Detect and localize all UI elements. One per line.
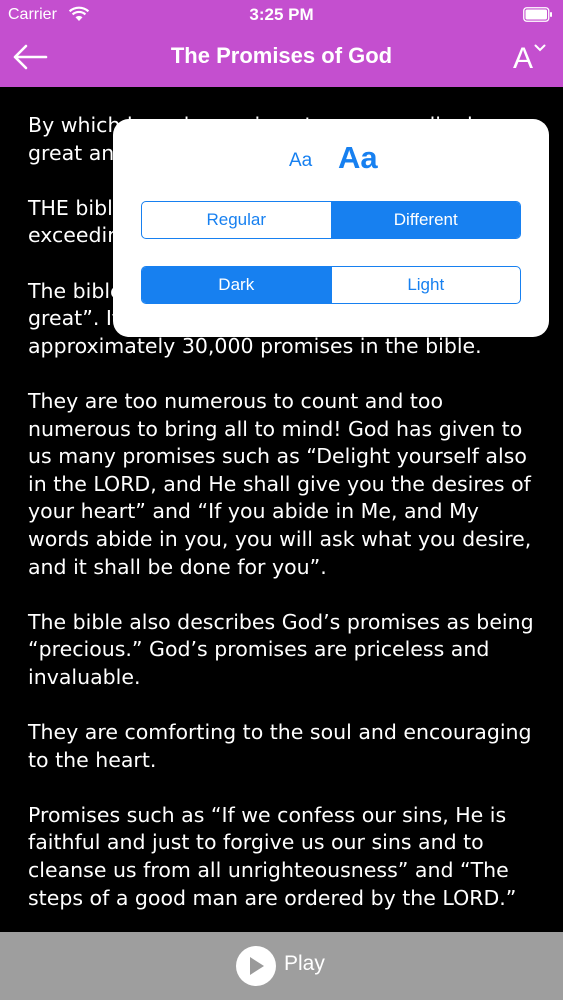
font-size-controls: Aa Aa (113, 140, 549, 184)
increase-font-size-button[interactable]: Aa (338, 140, 378, 176)
theme-segmented-control: Dark Light (141, 266, 521, 304)
font-settings-button[interactable]: A (511, 38, 551, 78)
decrease-font-size-button[interactable]: Aa (289, 150, 312, 172)
battery-icon (523, 7, 552, 22)
navigation-bar: The Promises of God A (0, 30, 563, 87)
theme-dark-option[interactable]: Dark (142, 267, 331, 303)
page-title: The Promises of God (170, 43, 393, 68)
article-paragraph: Promises such as “If we confess our sins… (28, 802, 517, 910)
text-settings-popover: Aa Aa Regular Different Dark Light (113, 119, 549, 337)
font-style-regular-option[interactable]: Regular (142, 202, 331, 238)
font-style-segmented-control: Regular Different (141, 201, 521, 239)
font-style-different-option[interactable]: Different (330, 202, 520, 238)
theme-light-option[interactable]: Light (330, 267, 521, 303)
chevron-down-icon (534, 44, 546, 52)
font-settings-label: A (513, 42, 534, 75)
play-icon (236, 946, 276, 986)
status-time: 3:25 PM (249, 5, 314, 24)
audio-player-bar: Play (0, 932, 563, 1000)
play-label: Play (284, 952, 325, 975)
article-paragraph: The bible also describes God’s promises … (28, 609, 534, 689)
article-paragraph: They are comforting to the soul and enco… (28, 720, 532, 772)
article-paragraph: They are too numerous to count and too n… (28, 388, 532, 579)
status-bar: Carrier 3:25 PM (0, 0, 563, 30)
top-bar: Carrier 3:25 PM The Promises of God A (0, 0, 563, 87)
play-button[interactable]: Play (236, 944, 356, 988)
